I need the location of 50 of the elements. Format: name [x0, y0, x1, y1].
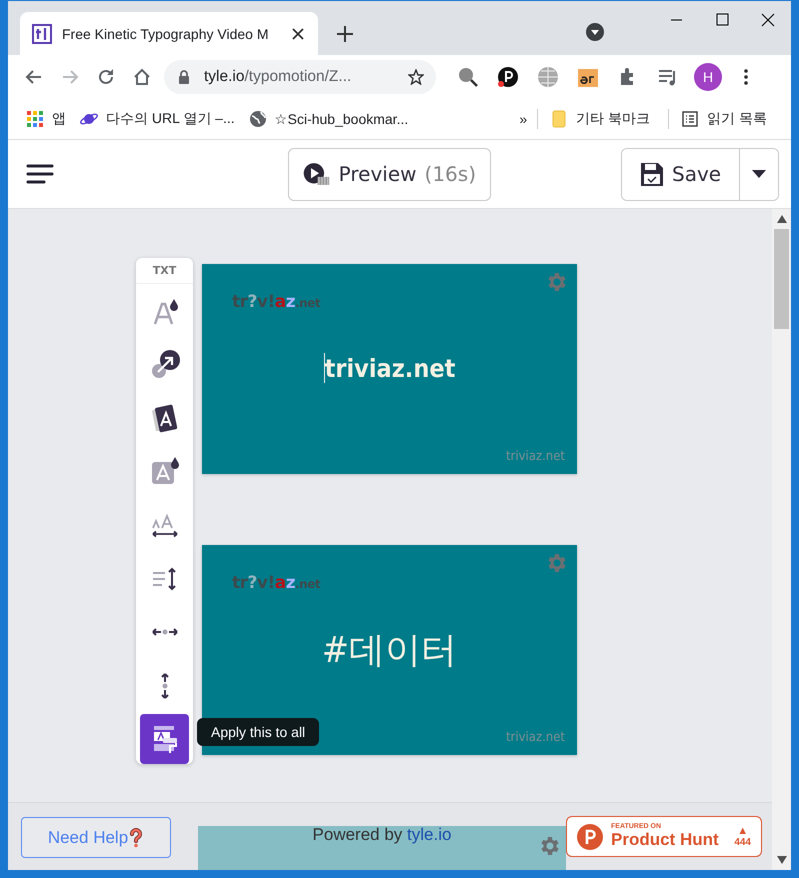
address-bar[interactable]: tyle.io/typomotion/Z...	[164, 60, 436, 94]
scrollbar-thumb[interactable]	[774, 229, 789, 329]
scene-card[interactable]: Powered by tyle.io	[198, 826, 566, 870]
preview-button[interactable]: Preview (16s)	[288, 148, 491, 200]
save-button[interactable]: Save	[622, 148, 740, 200]
watermark-text: triviaz.net	[506, 730, 565, 745]
apps-grid-icon	[26, 110, 44, 128]
tooltip: Apply this to all	[197, 718, 320, 746]
home-icon[interactable]	[132, 67, 152, 87]
reading-list-icon	[681, 110, 700, 128]
folder-icon	[550, 110, 568, 128]
scene-text[interactable]: #데이터	[322, 626, 458, 674]
site-logo: tr?v!az.net	[232, 292, 320, 312]
scroll-up-icon[interactable]	[776, 215, 786, 223]
caret-icon	[752, 170, 766, 178]
reload-icon[interactable]	[96, 67, 116, 87]
globe-icon	[248, 110, 267, 128]
tab-title: Free Kinetic Typography Video M	[62, 26, 270, 42]
more-bookmarks-button[interactable]: »	[519, 111, 528, 127]
bookmark-link[interactable]: 다수의 URL 열기 –...	[106, 110, 235, 128]
profile-avatar[interactable]: H	[694, 63, 722, 91]
p-extension-icon[interactable]	[497, 66, 519, 88]
product-hunt-logo-icon	[577, 824, 603, 850]
toolbox-label: TXT	[136, 258, 193, 284]
reading-list-link[interactable]: 읽기 목록	[707, 110, 767, 128]
tyle-link[interactable]: tyle.io	[407, 825, 452, 844]
scroll-down-icon[interactable]	[776, 856, 786, 864]
star-icon[interactable]	[408, 69, 424, 85]
tyle-logo-icon	[32, 24, 52, 44]
new-tab-icon[interactable]	[336, 25, 354, 43]
horizontal-arrows-icon	[152, 628, 178, 636]
powered-by-text: Powered by tyle.io	[312, 825, 452, 846]
magnifier-extension-icon[interactable]	[457, 66, 479, 88]
vertical-arrows-icon	[160, 672, 168, 699]
question-mark-icon	[128, 828, 144, 848]
tool-button[interactable]	[140, 714, 189, 764]
close-icon[interactable]	[290, 26, 306, 42]
bookmark-link[interactable]: ☆Sci-hub_bookmar...	[274, 111, 408, 127]
product-hunt-label: Product Hunt	[611, 830, 720, 850]
er-extension-icon[interactable]	[577, 66, 599, 88]
site-logo: tr?v!az.net	[232, 573, 320, 593]
bookmark-folder[interactable]: 기타 북마크	[576, 110, 650, 128]
bookmark-link[interactable]: 앱	[52, 110, 66, 128]
lock-icon	[176, 69, 192, 85]
watermark-text: triviaz.net	[506, 449, 565, 464]
browser-tab[interactable]: Free Kinetic Typography Video M	[20, 12, 318, 55]
menu-icon[interactable]	[26, 163, 54, 185]
tab-search-icon[interactable]	[586, 23, 604, 41]
upvote-arrow: ▲	[737, 825, 748, 837]
vote-count: 444	[734, 837, 751, 848]
